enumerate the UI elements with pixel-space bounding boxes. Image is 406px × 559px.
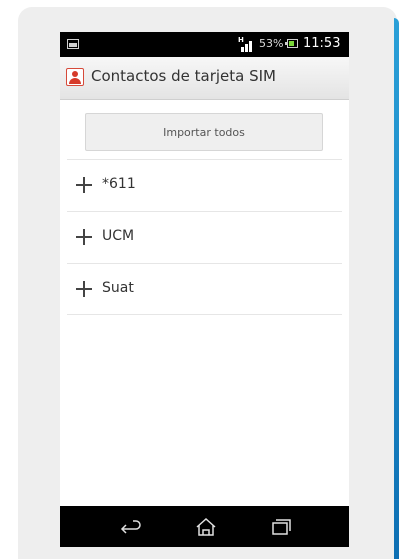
network-type-label: H xyxy=(238,36,244,44)
battery-percent: 53% xyxy=(259,37,284,50)
navigation-bar xyxy=(60,506,349,547)
list-item[interactable]: *611 xyxy=(67,159,342,211)
signal-strength-icon: H xyxy=(238,36,254,52)
clock: 11:53 xyxy=(303,36,341,51)
home-button[interactable] xyxy=(176,506,236,547)
import-all-button[interactable]: Importar todos xyxy=(85,113,323,151)
recents-icon xyxy=(272,519,291,535)
home-icon xyxy=(196,517,216,536)
contact-name: *611 xyxy=(102,176,136,192)
contact-name: Suat xyxy=(102,280,134,296)
page-title: Contactos de tarjeta SIM xyxy=(91,67,277,85)
contact-card-icon[interactable] xyxy=(66,68,84,86)
status-bar: H 53% 11:53 xyxy=(60,32,349,57)
battery-icon xyxy=(285,39,298,48)
list-item[interactable]: UCM xyxy=(67,211,342,263)
image-notification-icon xyxy=(67,39,79,49)
contact-name: UCM xyxy=(102,228,135,244)
action-bar: Contactos de tarjeta SIM xyxy=(60,57,349,100)
recents-button[interactable] xyxy=(250,506,310,547)
back-button[interactable] xyxy=(102,506,162,547)
add-icon[interactable] xyxy=(76,229,92,245)
list-item[interactable]: Suat xyxy=(67,263,342,315)
device-frame-edge xyxy=(394,18,399,559)
add-icon[interactable] xyxy=(76,281,92,297)
phone-screen: H 53% 11:53 Contactos de tarjeta SIM Imp… xyxy=(60,32,349,547)
sim-contact-list: *611 UCM Suat xyxy=(67,159,342,315)
add-icon[interactable] xyxy=(76,177,92,193)
back-icon xyxy=(120,520,141,534)
